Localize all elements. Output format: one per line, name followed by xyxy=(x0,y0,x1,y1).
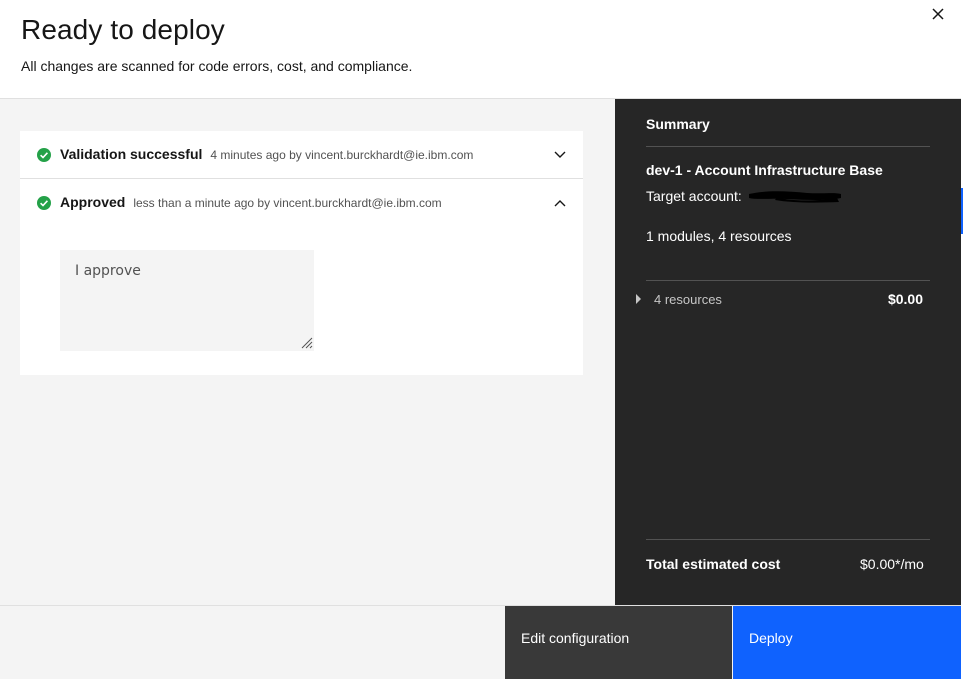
deploy-button[interactable]: Deploy xyxy=(733,606,961,679)
approval-comment-textarea[interactable]: I approve xyxy=(60,250,314,351)
checkmark-filled-icon xyxy=(37,148,51,162)
modal-footer: Edit configuration Deploy xyxy=(0,605,961,679)
summary-counts: 1 modules, 4 resources xyxy=(646,228,792,244)
checkmark-filled-icon xyxy=(37,196,51,210)
summary-divider xyxy=(646,539,930,540)
total-cost-value: $0.00*/mo xyxy=(860,556,924,572)
summary-panel: Summary dev-1 - Account Infrastructure B… xyxy=(615,99,961,605)
approval-accordion: Validation successful 4 minutes ago by vi… xyxy=(20,131,583,375)
accordion-title: Validation successful 4 minutes ago by vi… xyxy=(60,146,474,162)
modal-header: Ready to deploy All changes are scanned … xyxy=(0,0,961,99)
close-button[interactable] xyxy=(924,0,952,28)
edit-configuration-button[interactable]: Edit configuration xyxy=(505,606,732,679)
chevron-up-icon[interactable] xyxy=(552,197,568,209)
resources-cost: $0.00 xyxy=(887,291,923,307)
chevron-down-icon[interactable] xyxy=(552,149,568,161)
summary-title: Summary xyxy=(646,116,710,132)
accordion-meta: less than a minute ago by vincent.burckh… xyxy=(133,196,442,210)
comment-text: I approve xyxy=(75,263,141,279)
page-title: Ready to deploy xyxy=(21,14,225,45)
resources-label: 4 resources xyxy=(654,292,722,307)
deploy-modal: Ready to deploy All changes are scanned … xyxy=(0,0,961,679)
accordion-title: Approved less than a minute ago by vincen… xyxy=(60,194,442,210)
caret-right-icon xyxy=(636,294,641,304)
total-cost-label: Total estimated cost xyxy=(646,556,781,572)
redaction-mark xyxy=(749,191,841,203)
accordion-item-approved[interactable]: Approved less than a minute ago by vincen… xyxy=(20,179,583,227)
page-subtitle: All changes are scanned for code errors,… xyxy=(21,58,413,74)
resources-row[interactable]: 4 resources $0.00 xyxy=(635,291,931,311)
summary-divider xyxy=(646,146,930,147)
accordion-meta: 4 minutes ago by vincent.burckhardt@ie.i… xyxy=(210,148,474,162)
summary-environment: dev-1 - Account Infrastructure Base xyxy=(646,162,883,178)
resize-grip-icon[interactable] xyxy=(299,335,313,349)
close-icon xyxy=(932,8,944,20)
summary-divider xyxy=(646,280,930,281)
accordion-item-validation[interactable]: Validation successful 4 minutes ago by vi… xyxy=(20,131,583,179)
summary-target-label: Target account: xyxy=(646,188,742,204)
